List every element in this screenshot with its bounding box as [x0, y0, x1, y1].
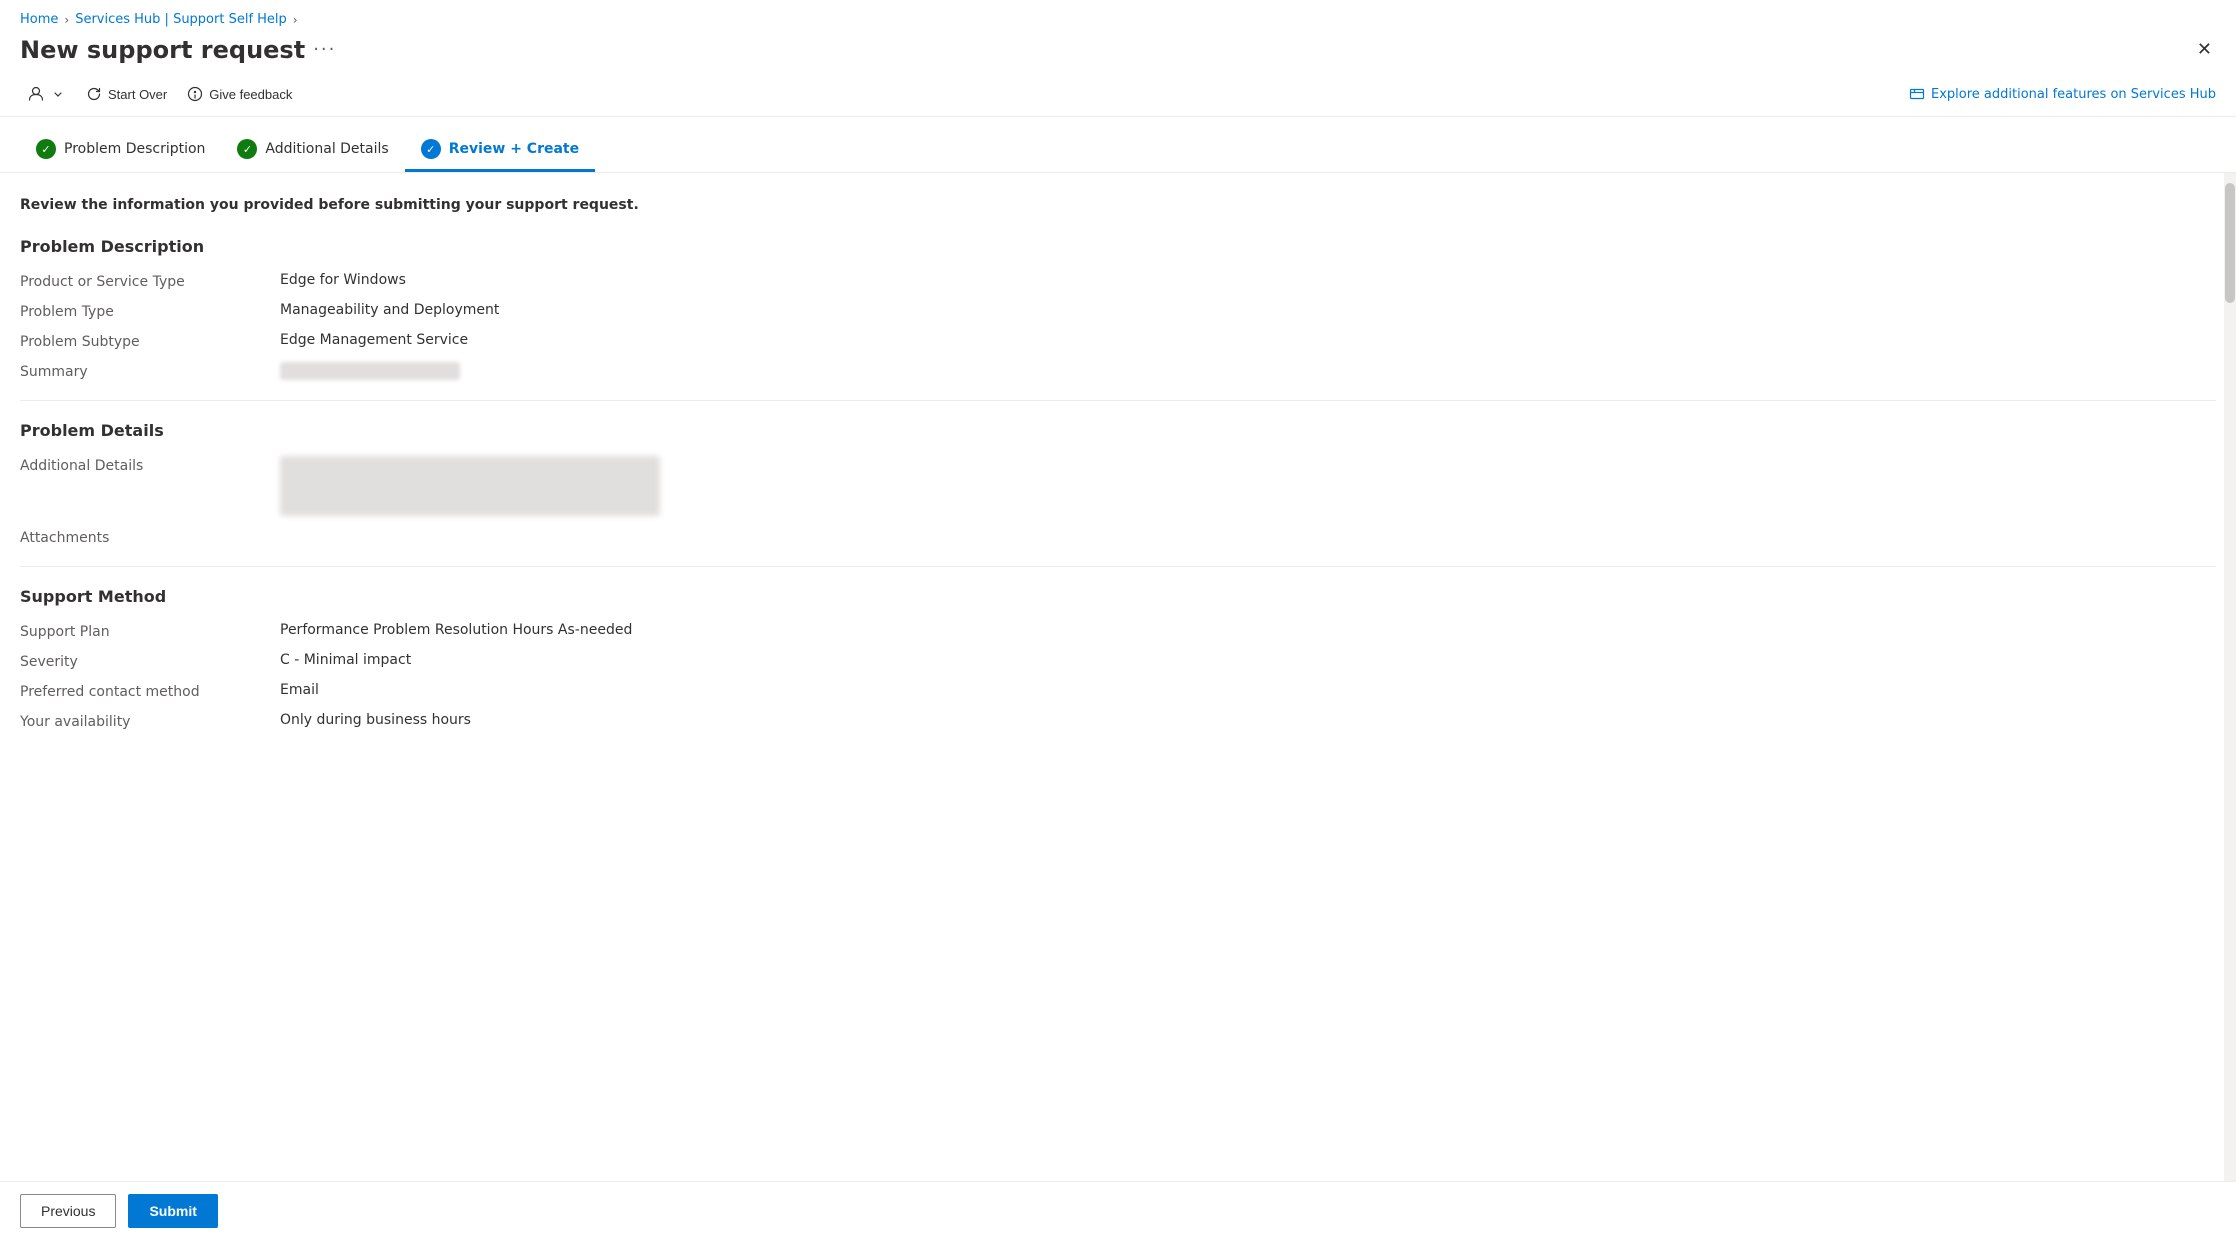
close-icon: ✕ — [2197, 39, 2212, 60]
problem-details-section-title: Problem Details — [20, 421, 2216, 440]
label-product-service-type: Product or Service Type — [20, 272, 280, 290]
review-intro: Review the information you provided befo… — [20, 197, 2216, 213]
label-your-availability: Your availability — [20, 712, 280, 730]
step-check-review-create: ✓ — [421, 139, 441, 159]
scrollbar-track[interactable] — [2224, 173, 2236, 1240]
field-row-problem-type: Problem Type Manageability and Deploymen… — [20, 302, 2216, 320]
value-support-plan: Performance Problem Resolution Hours As-… — [280, 622, 632, 638]
field-row-preferred-contact: Preferred contact method Email — [20, 682, 2216, 700]
field-row-attachments: Attachments — [20, 528, 2216, 546]
value-preferred-contact-method: Email — [280, 682, 319, 698]
previous-button[interactable]: Previous — [20, 1194, 116, 1228]
scrollbar-thumb[interactable] — [2225, 183, 2235, 303]
give-feedback-label: Give feedback — [209, 87, 292, 102]
toolbar-right: Explore additional features on Services … — [1909, 86, 2216, 102]
label-summary: Summary — [20, 362, 280, 380]
explore-link[interactable]: Explore additional features on Services … — [1931, 87, 2216, 102]
value-product-service-type: Edge for Windows — [280, 272, 406, 288]
field-row-additional-details: Additional Details — [20, 456, 2216, 516]
step-check-problem-description: ✓ — [36, 139, 56, 159]
explore-icon — [1909, 86, 1925, 102]
label-additional-details: Additional Details — [20, 456, 280, 474]
breadcrumb: Home › Services Hub | Support Self Help … — [0, 0, 2236, 31]
feedback-icon — [187, 86, 203, 102]
field-row-summary: Summary — [20, 362, 2216, 380]
breadcrumb-service[interactable]: Services Hub | Support Self Help — [75, 12, 287, 27]
step-label-additional-details: Additional Details — [265, 141, 388, 157]
close-button[interactable]: ✕ — [2193, 35, 2216, 64]
toolbar-left: Start Over Give feedback — [20, 80, 300, 108]
step-label-review-create: Review + Create — [449, 141, 579, 157]
user-icon — [28, 86, 44, 102]
breadcrumb-sep-2: › — [293, 13, 298, 27]
label-preferred-contact-method: Preferred contact method — [20, 682, 280, 700]
page-header: New support request ··· ✕ — [0, 31, 2236, 72]
field-row-problem-subtype: Problem Subtype Edge Management Service — [20, 332, 2216, 350]
give-feedback-button[interactable]: Give feedback — [179, 80, 300, 108]
header-ellipsis-menu[interactable]: ··· — [313, 39, 336, 60]
step-additional-details[interactable]: ✓ Additional Details — [221, 129, 404, 172]
breadcrumb-sep-1: › — [64, 13, 69, 27]
header-left: New support request ··· — [20, 36, 336, 64]
value-problem-subtype: Edge Management Service — [280, 332, 468, 348]
field-row-your-availability: Your availability Only during business h… — [20, 712, 2216, 730]
step-problem-description[interactable]: ✓ Problem Description — [20, 129, 221, 172]
breadcrumb-home[interactable]: Home — [20, 12, 58, 27]
user-account-button[interactable] — [20, 80, 74, 108]
start-over-button[interactable]: Start Over — [78, 80, 175, 108]
value-additional-details-blurred — [280, 456, 660, 516]
label-severity: Severity — [20, 652, 280, 670]
value-problem-type: Manageability and Deployment — [280, 302, 499, 318]
field-row-support-plan: Support Plan Performance Problem Resolut… — [20, 622, 2216, 640]
step-label-problem-description: Problem Description — [64, 141, 205, 157]
steps-bar: ✓ Problem Description ✓ Additional Detai… — [0, 117, 2236, 173]
value-summary-blurred — [280, 362, 460, 380]
value-severity: C - Minimal impact — [280, 652, 411, 668]
main-content: Review the information you provided befo… — [0, 173, 2236, 1240]
label-attachments: Attachments — [20, 528, 280, 546]
page-title: New support request — [20, 36, 305, 64]
chevron-down-icon — [50, 86, 66, 102]
problem-description-section-title: Problem Description — [20, 237, 2216, 256]
step-check-additional-details: ✓ — [237, 139, 257, 159]
step-review-create[interactable]: ✓ Review + Create — [405, 129, 595, 172]
label-problem-type: Problem Type — [20, 302, 280, 320]
value-your-availability: Only during business hours — [280, 712, 471, 728]
submit-button[interactable]: Submit — [128, 1194, 217, 1228]
field-row-product-service-type: Product or Service Type Edge for Windows — [20, 272, 2216, 290]
footer: Previous Submit — [0, 1181, 2236, 1240]
divider-1 — [20, 400, 2216, 401]
divider-2 — [20, 566, 2216, 567]
field-row-severity: Severity C - Minimal impact — [20, 652, 2216, 670]
label-problem-subtype: Problem Subtype — [20, 332, 280, 350]
toolbar: Start Over Give feedback — [0, 72, 2236, 117]
support-method-section-title: Support Method — [20, 587, 2216, 606]
refresh-icon — [86, 86, 102, 102]
label-support-plan: Support Plan — [20, 622, 280, 640]
start-over-label: Start Over — [108, 87, 167, 102]
